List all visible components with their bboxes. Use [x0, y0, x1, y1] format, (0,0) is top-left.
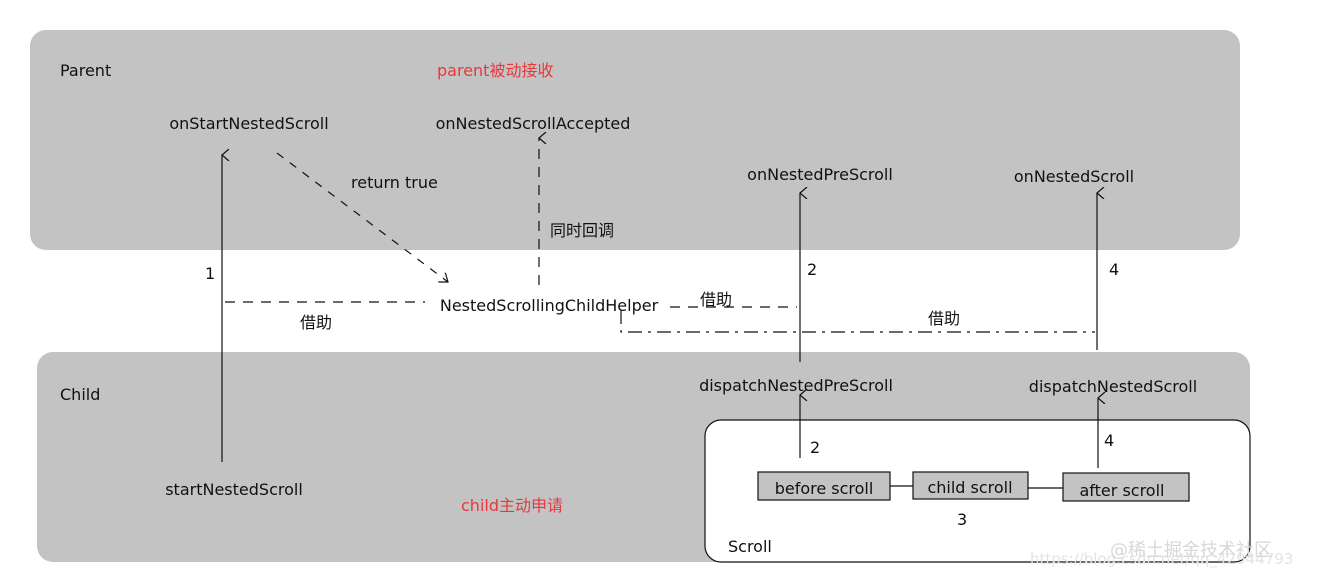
on-nested-pre-scroll: onNestedPreScroll — [747, 165, 893, 184]
child-label: Child — [60, 385, 100, 404]
before-scroll-label: before scroll — [775, 479, 874, 498]
parent-panel — [30, 30, 1240, 250]
borrow-right-label: 借助 — [928, 309, 960, 328]
step-1-label: 1 — [205, 264, 215, 283]
child-scroll-label: child scroll — [927, 478, 1012, 497]
watermark: @稀土掘金技术社区 — [1110, 540, 1272, 561]
borrow-line-right — [620, 310, 1095, 333]
callback-label: 同时回调 — [550, 221, 614, 240]
on-start-nested-scroll: onStartNestedScroll — [169, 114, 328, 133]
step-4-label: 4 — [1109, 260, 1119, 279]
on-nested-scroll: onNestedScroll — [1014, 167, 1134, 186]
child-note: child主动申请 — [461, 496, 563, 515]
step-3-label: 3 — [957, 510, 967, 529]
scroll-label: Scroll — [728, 537, 772, 556]
helper-label: NestedScrollingChildHelper — [440, 296, 659, 315]
borrow-mid-label: 借助 — [700, 290, 732, 309]
parent-label: Parent — [60, 61, 111, 80]
nested-scroll-diagram: Parent parent被动接收 onStartNestedScroll on… — [30, 30, 1293, 569]
step-4b-label: 4 — [1104, 431, 1114, 450]
return-true-label: return true — [351, 173, 438, 192]
borrow-left-label: 借助 — [300, 313, 332, 332]
dispatch-nested-scroll: dispatchNestedScroll — [1029, 377, 1197, 396]
start-nested-scroll: startNestedScroll — [165, 480, 303, 499]
step-2b-label: 2 — [810, 438, 820, 457]
parent-note: parent被动接收 — [437, 61, 553, 80]
step-2-label: 2 — [807, 260, 817, 279]
on-nested-scroll-accepted: onNestedScrollAccepted — [436, 114, 631, 133]
after-scroll-label: after scroll — [1080, 481, 1165, 500]
dispatch-nested-pre-scroll: dispatchNestedPreScroll — [699, 376, 893, 395]
